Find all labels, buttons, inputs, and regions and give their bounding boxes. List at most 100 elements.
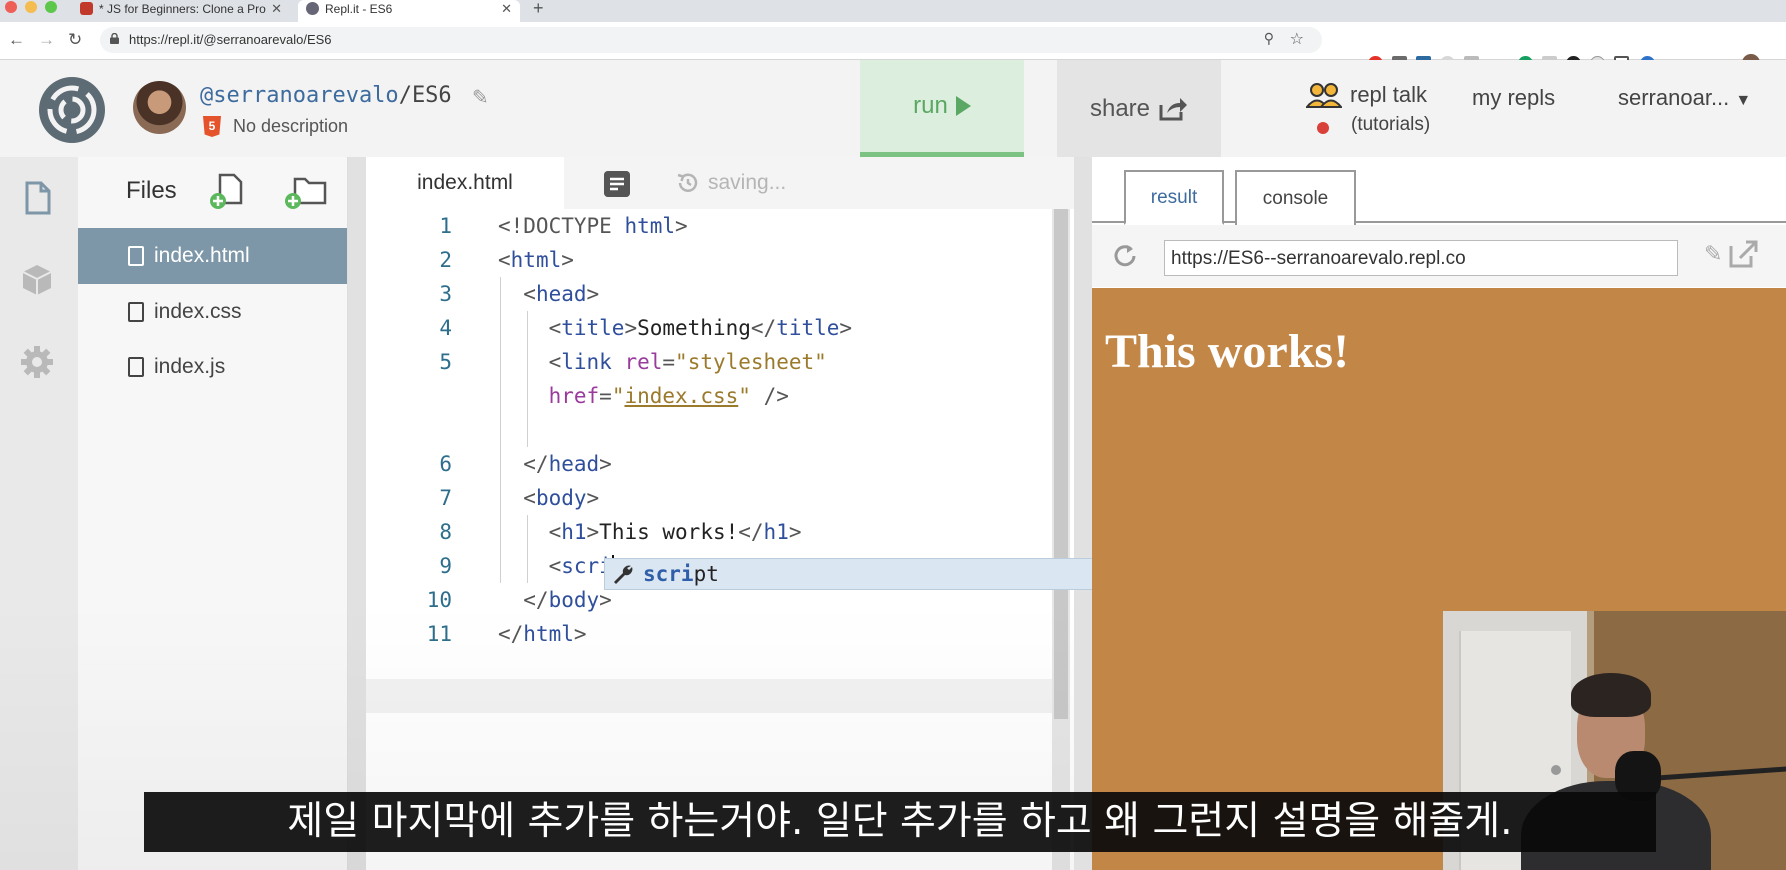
editor-tab-bar: index.html saving... xyxy=(366,157,1088,209)
code-line: <head> xyxy=(498,282,600,306)
packages-cube-icon[interactable] xyxy=(20,263,54,297)
repl-header: @serranoarevalo/ES6 ✎ 5 No description r… xyxy=(0,60,1786,157)
my-repls-link[interactable]: my repls xyxy=(1472,85,1555,111)
settings-gear-icon[interactable] xyxy=(20,345,54,379)
output-tab-bar: result console xyxy=(1092,157,1786,225)
close-window-button[interactable] xyxy=(5,1,17,13)
username: serranoar... xyxy=(1618,85,1730,110)
notification-dot xyxy=(1317,122,1329,134)
maximize-window-button[interactable] xyxy=(45,1,57,13)
owner-link[interactable]: @serranoarevalo xyxy=(200,83,399,108)
sidebar-rail xyxy=(0,157,78,870)
pane-resize-divider[interactable] xyxy=(1074,157,1092,870)
add-file-icon[interactable] xyxy=(208,173,244,211)
add-folder-icon[interactable] xyxy=(283,173,327,211)
minimize-window-button[interactable] xyxy=(25,1,37,13)
repl-talk-label: repl talk xyxy=(1350,82,1428,107)
tab-result[interactable]: result xyxy=(1124,170,1224,225)
editor-resize-strip[interactable] xyxy=(348,157,366,870)
files-panel: Files index.html index.css index.js xyxy=(78,157,348,870)
browser-tab-label: Repl.it - ES6 xyxy=(325,2,393,16)
line-number: 3 xyxy=(439,282,452,306)
saving-history-icon xyxy=(677,173,698,192)
preview-url-input[interactable]: https://ES6--serranoarevalo.repl.co xyxy=(1164,240,1678,276)
tab-index-html[interactable]: index.html xyxy=(366,157,564,209)
reload-icon[interactable]: ↻ xyxy=(68,30,82,50)
repl-name: ES6 xyxy=(411,83,452,108)
repl-talk-sublabel: (tutorials) xyxy=(1351,114,1431,135)
code-editor: index.html saving... 1 2 3 4 5 6 7 8 9 1… xyxy=(348,157,1088,870)
video-subtitle: 제일 마지막에 추가를 하는거야. 일단 추가를 하고 왜 그런지 설명을 해줄… xyxy=(144,792,1656,852)
zoom-icon[interactable]: ⚲ xyxy=(1264,30,1274,47)
back-arrow-icon[interactable]: ← xyxy=(8,30,25,50)
owner-avatar[interactable] xyxy=(133,81,186,134)
share-label: share xyxy=(1089,94,1151,122)
replit-favicon-icon xyxy=(306,2,319,15)
course-favicon-icon xyxy=(80,2,93,15)
code-line: </html> xyxy=(498,622,587,646)
line-number: 9 xyxy=(439,554,452,578)
html5-icon: 5 xyxy=(203,116,221,137)
file-item-index-css[interactable]: index.css xyxy=(78,284,347,340)
format-code-icon[interactable] xyxy=(604,171,630,197)
file-icon xyxy=(128,302,144,322)
code-line: </body> xyxy=(498,588,612,612)
door-knob xyxy=(1551,765,1561,775)
code-line: <scri xyxy=(498,554,614,579)
line-number: 11 xyxy=(426,622,452,646)
bookmark-star-icon[interactable]: ☆ xyxy=(1290,29,1304,49)
line-number: 4 xyxy=(439,316,452,340)
autocomplete-match: scri xyxy=(643,562,694,586)
new-tab-icon[interactable]: + xyxy=(533,0,544,19)
code-line: </head> xyxy=(498,452,612,476)
repl-description[interactable]: No description xyxy=(233,116,348,137)
line-number: 5 xyxy=(439,350,452,374)
run-button[interactable]: run xyxy=(860,60,1024,157)
code-line: <html> xyxy=(498,248,574,272)
replit-logo-icon[interactable] xyxy=(37,75,107,145)
user-menu[interactable]: serranoar... ▼ xyxy=(1618,85,1751,111)
share-icon xyxy=(1159,97,1188,120)
open-new-tab-icon[interactable] xyxy=(1728,239,1760,269)
files-icon[interactable] xyxy=(20,181,54,215)
autocomplete-rest: pt xyxy=(693,562,719,586)
code-line: <!DOCTYPE html> xyxy=(498,214,688,238)
file-name: index.js xyxy=(154,355,226,378)
browser-address-bar: ← → ↻ https://repl.it/@serranoarevalo/ES… xyxy=(0,22,1786,72)
run-label: run xyxy=(913,92,948,119)
close-tab-icon[interactable]: ✕ xyxy=(501,0,512,18)
line-number: 2 xyxy=(439,248,452,272)
code-line: <body> xyxy=(498,486,600,510)
play-icon xyxy=(955,96,971,116)
autocomplete-text: script xyxy=(643,562,719,586)
preview-heading: This works! xyxy=(1105,325,1350,378)
browser-tab-bar: * JS for Beginners: Clone a Pro ✕ Repl.i… xyxy=(0,0,1786,22)
edit-pencil-icon[interactable]: ✎ xyxy=(472,85,489,110)
line-number: 1 xyxy=(439,214,452,238)
caret-down-icon: ▼ xyxy=(1735,92,1752,109)
refresh-icon[interactable] xyxy=(1110,241,1140,271)
forward-arrow-icon[interactable]: → xyxy=(38,30,55,50)
edit-pencil-icon[interactable]: ✎ xyxy=(1704,241,1722,267)
line-number: 6 xyxy=(439,452,452,476)
browser-tab-repl[interactable]: Repl.it - ES6 ✕ xyxy=(298,0,520,22)
editor-scrollbar-thumb[interactable] xyxy=(1054,209,1068,719)
file-item-index-js[interactable]: index.js xyxy=(78,339,347,395)
code-line: href="index.css" /> xyxy=(548,384,789,408)
tab-console[interactable]: console xyxy=(1235,170,1356,225)
code-content[interactable]: <!DOCTYPE html> <html> <head> <title>Som… xyxy=(498,209,1038,870)
share-button[interactable]: share xyxy=(1057,60,1221,157)
code-line: <title>Something</title> xyxy=(498,316,853,340)
people-icon xyxy=(1306,83,1342,108)
code-line: <link rel="stylesheet" xyxy=(498,350,827,374)
wrench-icon xyxy=(614,565,633,584)
file-item-index-html[interactable]: index.html xyxy=(78,228,347,284)
line-number: 10 xyxy=(426,588,452,612)
url-input[interactable]: https://repl.it/@serranoarevalo/ES6 ⚲ ☆ xyxy=(100,27,1322,53)
browser-tab-course[interactable]: * JS for Beginners: Clone a Pro ✕ xyxy=(72,0,290,22)
repl-title: @serranoarevalo/ES6 xyxy=(200,83,452,108)
close-tab-icon[interactable]: ✕ xyxy=(271,0,282,18)
repl-talk-link[interactable]: repl talk (tutorials) xyxy=(1306,82,1430,135)
browser-tab-label: * JS for Beginners: Clone a Pro xyxy=(99,2,266,16)
lock-icon xyxy=(110,33,119,44)
